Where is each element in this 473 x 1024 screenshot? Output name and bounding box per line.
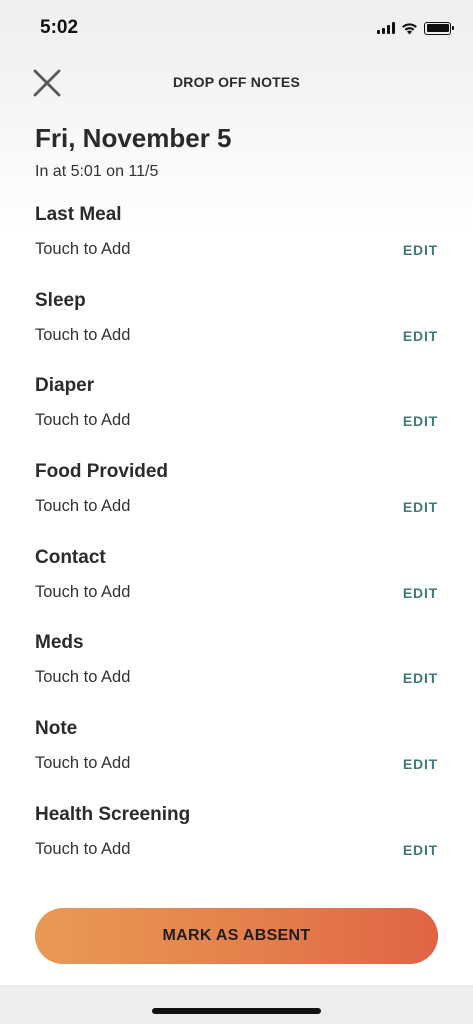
- mark-as-absent-button[interactable]: MARK AS ABSENT: [35, 908, 438, 964]
- note-label: Food Provided: [35, 461, 168, 483]
- date-heading: Fri, November 5: [35, 123, 232, 153]
- edit-button[interactable]: EDIT: [403, 842, 438, 858]
- note-label: Last Meal: [35, 204, 122, 225]
- status-time: 5:02: [40, 17, 79, 38]
- edit-button[interactable]: EDIT: [403, 242, 438, 258]
- note-value[interactable]: Touch to Add: [35, 497, 130, 516]
- note-label: Health Screening: [35, 803, 191, 825]
- note-row-note[interactable]: Note Touch to Add EDIT: [0, 716, 473, 802]
- note-value[interactable]: Touch to Add: [35, 326, 130, 345]
- battery-icon: [424, 21, 454, 35]
- note-label: Contact: [35, 546, 106, 568]
- note-label: Diaper: [35, 375, 95, 397]
- note-label: Sleep: [35, 289, 86, 311]
- note-row-last-meal[interactable]: Last Meal Touch to Add EDIT: [0, 202, 473, 288]
- note-value[interactable]: Touch to Add: [35, 754, 130, 773]
- bottom-bar: [0, 985, 473, 1024]
- checkin-time: In at 5:01 on 11/5: [35, 163, 159, 180]
- page-title: DROP OFF NOTES: [173, 74, 300, 90]
- edit-button[interactable]: EDIT: [403, 328, 438, 344]
- note-label: Meds: [35, 632, 84, 654]
- edit-button[interactable]: EDIT: [403, 585, 438, 601]
- note-value[interactable]: Touch to Add: [35, 840, 130, 859]
- status-bar: 5:02: [0, 0, 473, 56]
- edit-button[interactable]: EDIT: [403, 499, 438, 515]
- note-value[interactable]: Touch to Add: [35, 668, 130, 687]
- note-label: Note: [35, 718, 78, 740]
- note-row-sleep[interactable]: Sleep Touch to Add EDIT: [0, 288, 473, 374]
- home-indicator[interactable]: [152, 1008, 321, 1014]
- note-row-meds[interactable]: Meds Touch to Add EDIT: [0, 630, 473, 716]
- top-header: DROP OFF NOTES: [0, 60, 473, 104]
- note-value[interactable]: Touch to Add: [35, 583, 130, 602]
- note-value[interactable]: Touch to Add: [35, 240, 130, 259]
- note-row-health-screening[interactable]: Health Screening Touch to Add EDIT: [0, 802, 473, 888]
- note-row-diaper[interactable]: Diaper Touch to Add EDIT: [0, 373, 473, 459]
- edit-button[interactable]: EDIT: [403, 756, 438, 772]
- notes-list: Last Meal Touch to Add EDIT Sleep Touch …: [0, 202, 473, 888]
- edit-button[interactable]: EDIT: [403, 413, 438, 429]
- cellular-signal-icon: [377, 22, 395, 34]
- note-row-food-provided[interactable]: Food Provided Touch to Add EDIT: [0, 459, 473, 545]
- wifi-icon: [402, 22, 417, 34]
- note-row-contact[interactable]: Contact Touch to Add EDIT: [0, 545, 473, 631]
- status-icons: [377, 20, 454, 36]
- note-value[interactable]: Touch to Add: [35, 411, 130, 430]
- edit-button[interactable]: EDIT: [403, 670, 438, 686]
